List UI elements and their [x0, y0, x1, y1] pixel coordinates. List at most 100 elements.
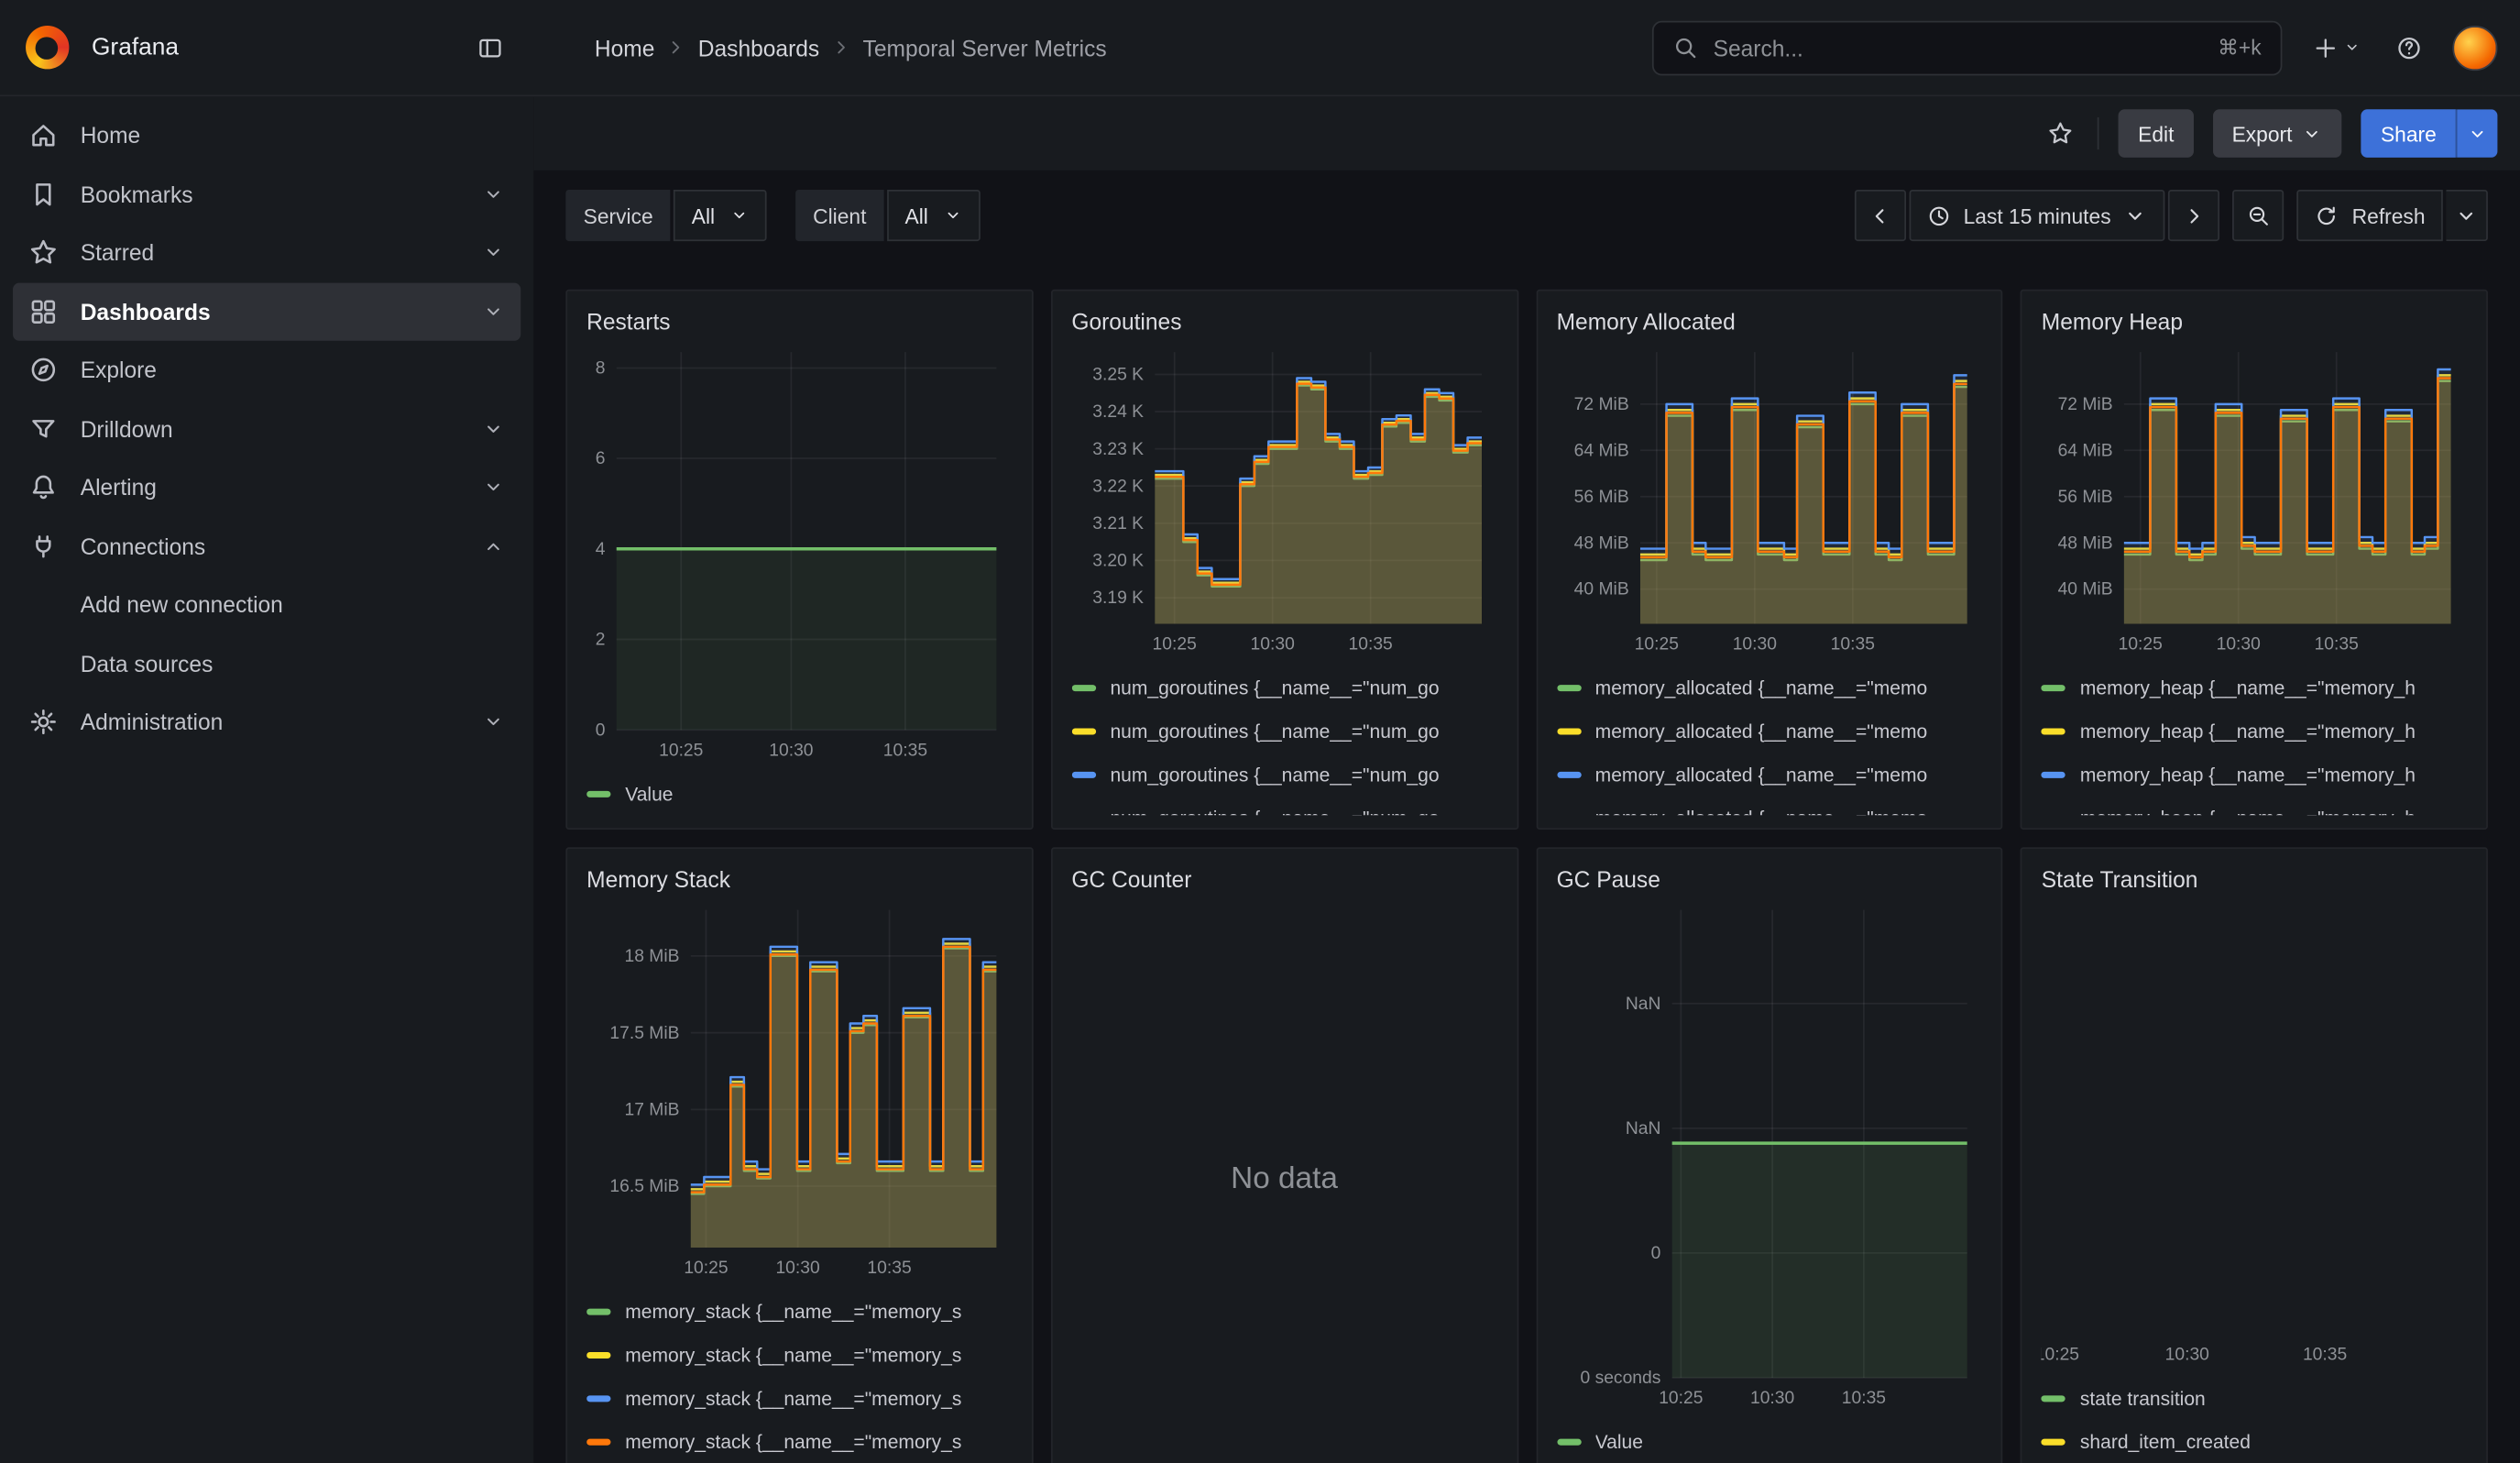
share-button[interactable]: Share — [2361, 109, 2456, 158]
chart-svg: 8642010:2510:3010:35 — [586, 343, 1013, 765]
legend-item[interactable]: num_goroutines {__name__="num_go — [1071, 709, 1496, 752]
panel-title[interactable]: Goroutines — [1071, 303, 1496, 339]
svg-text:10:35: 10:35 — [1830, 635, 1874, 654]
divider — [2098, 117, 2099, 149]
star-icon[interactable] — [2043, 116, 2079, 151]
svg-text:72 MiB: 72 MiB — [1573, 395, 1628, 414]
legend-item[interactable]: memory_allocated {__name__="memo — [1557, 709, 1982, 752]
legend-label: memory_stack {__name__="memory_s — [625, 1430, 961, 1453]
sidebar-item-connections[interactable]: Connections — [13, 517, 520, 576]
add-menu-button[interactable] — [2307, 29, 2365, 65]
refresh-interval-chevron[interactable] — [2446, 190, 2488, 241]
zoom-out-icon[interactable] — [2233, 190, 2284, 241]
legend-item[interactable]: memory_stack {__name__="memory_s — [586, 1290, 1012, 1333]
chevron-down-icon — [482, 301, 505, 324]
legend-label: memory_stack {__name__="memory_s — [625, 1387, 961, 1410]
svg-text:48 MiB: 48 MiB — [1573, 534, 1628, 553]
refresh-button[interactable]: Refresh — [2297, 190, 2443, 241]
legend-item[interactable]: memory_heap {__name__="memory_h — [2042, 753, 2467, 796]
panel-title[interactable]: State Transition — [2042, 862, 2467, 897]
panel-title[interactable]: Memory Stack — [586, 862, 1012, 897]
brand-title: Grafana — [92, 34, 179, 61]
legend-color — [2042, 814, 2065, 815]
sidebar-item-explore[interactable]: Explore — [13, 341, 520, 400]
svg-text:3.25 K: 3.25 K — [1092, 366, 1144, 385]
time-back-button[interactable] — [1854, 190, 1905, 241]
sidebar-item-starred[interactable]: Starred — [13, 224, 520, 282]
legend-label: memory_allocated {__name__="memo — [1595, 720, 1928, 742]
service-filter-value[interactable]: All — [674, 190, 766, 241]
chevron-down-icon — [2302, 123, 2323, 144]
svg-text:10:30: 10:30 — [2165, 1346, 2209, 1365]
chart-area[interactable]: 72 MiB64 MiB56 MiB48 MiB40 MiB10:2510:30… — [1557, 343, 1982, 660]
panel-title[interactable]: Memory Heap — [2042, 303, 2467, 339]
svg-text:10:30: 10:30 — [1250, 635, 1294, 654]
home-icon — [29, 121, 59, 150]
legend-item[interactable]: Value — [1557, 1420, 1982, 1463]
legend-item[interactable]: memory_stack {__name__="memory_s — [586, 1420, 1012, 1463]
legend-color — [2042, 1438, 2065, 1445]
legend-label: memory_allocated {__name__="memo — [1595, 676, 1928, 698]
legend-item[interactable]: memory_heap {__name__="memory_h — [2042, 666, 2467, 709]
panel-title[interactable]: GC Pause — [1557, 862, 1982, 897]
legend-item[interactable]: num_goroutines {__name__="num_go — [1071, 753, 1496, 796]
avatar[interactable] — [2452, 25, 2497, 70]
service-filter: Service All — [565, 190, 766, 241]
legend-label: num_goroutines {__name__="num_go — [1110, 807, 1439, 816]
legend-label: num_goroutines {__name__="num_go — [1110, 720, 1439, 742]
time-range-picker[interactable]: Last 15 minutes — [1909, 190, 2165, 241]
svg-text:72 MiB: 72 MiB — [2058, 395, 2113, 414]
edit-button[interactable]: Edit — [2119, 109, 2193, 158]
export-button[interactable]: Export — [2213, 109, 2342, 158]
sidebar-item-alerting[interactable]: Alerting — [13, 458, 520, 517]
svg-text:NaN: NaN — [1625, 1119, 1660, 1138]
grafana-logo-icon[interactable] — [26, 26, 69, 69]
sidebar-item-add-new-connection[interactable]: Add new connection — [13, 576, 520, 634]
legend-item[interactable]: memory_heap {__name__="memory_h — [2042, 796, 2467, 815]
legend-item[interactable]: state transition — [2042, 1376, 2467, 1419]
clock-icon — [1926, 204, 1950, 227]
help-icon[interactable] — [2392, 29, 2427, 65]
legend-item[interactable]: memory_heap {__name__="memory_h — [2042, 709, 2467, 752]
legend-item[interactable]: memory_stack {__name__="memory_s — [586, 1333, 1012, 1376]
sidebar-toggle-icon[interactable] — [473, 29, 509, 65]
bell-icon — [29, 473, 59, 502]
legend-item[interactable]: num_goroutines {__name__="num_go — [1071, 796, 1496, 815]
legend-item[interactable]: num_goroutines {__name__="num_go — [1071, 666, 1496, 709]
chart-area[interactable]: 10:2510:3010:35 — [2042, 900, 2467, 1370]
time-range-label: Last 15 minutes — [1964, 204, 2111, 227]
sidebar-item-data-sources[interactable]: Data sources — [13, 634, 520, 693]
chart-area[interactable]: NaNNaN00 seconds10:2510:3010:35 — [1557, 900, 1982, 1413]
legend-item[interactable]: shard_item_created — [2042, 1420, 2467, 1463]
gear-icon — [29, 708, 59, 737]
sidebar-item-administration[interactable]: Administration — [13, 693, 520, 752]
sidebar-item-home[interactable]: Home — [13, 106, 520, 165]
legend-item[interactable]: memory_allocated {__name__="memo — [1557, 796, 1982, 815]
legend-item[interactable]: memory_allocated {__name__="memo — [1557, 666, 1982, 709]
share-menu-chevron[interactable] — [2456, 109, 2498, 158]
breadcrumb-home[interactable]: Home — [595, 35, 655, 60]
time-forward-button[interactable] — [2169, 190, 2220, 241]
grafana-dashboard: Grafana Home Dashboards Temporal Server … — [0, 0, 2520, 1463]
chevron-down-icon — [2467, 123, 2488, 144]
sidebar-item-dashboards[interactable]: Dashboards — [13, 282, 520, 341]
legend-item[interactable]: memory_stack {__name__="memory_s — [586, 1376, 1012, 1419]
sidebar-item-bookmarks[interactable]: Bookmarks — [13, 165, 520, 224]
sidebar-item-drilldown[interactable]: Drilldown — [13, 400, 520, 458]
legend-item[interactable]: memory_allocated {__name__="memo — [1557, 753, 1982, 796]
legend-item[interactable]: Value — [586, 772, 1012, 815]
panel-title[interactable]: GC Counter — [1071, 862, 1496, 897]
chart-area[interactable]: 72 MiB64 MiB56 MiB48 MiB40 MiB10:2510:30… — [2042, 343, 2467, 660]
client-filter-value[interactable]: All — [887, 190, 980, 241]
search-input[interactable]: Search... ⌘+k — [1652, 20, 2283, 75]
breadcrumb-dashboards[interactable]: Dashboards — [698, 35, 819, 60]
panel-title[interactable]: Memory Allocated — [1557, 303, 1982, 339]
chart-area[interactable]: 18 MiB17.5 MiB17 MiB16.5 MiB10:2510:3010… — [586, 900, 1012, 1282]
svg-text:3.23 K: 3.23 K — [1092, 440, 1144, 459]
chart-area[interactable]: 8642010:2510:3010:35 — [586, 343, 1012, 765]
chart-area[interactable]: 3.25 K3.24 K3.23 K3.22 K3.21 K3.20 K3.19… — [1071, 343, 1496, 660]
panel-title[interactable]: Restarts — [586, 303, 1012, 339]
panel-state-transition: State Transition10:2510:3010:35 state tra… — [2021, 847, 2488, 1463]
chart-svg: 72 MiB64 MiB56 MiB48 MiB40 MiB10:2510:30… — [2042, 343, 2468, 660]
sidebar-item-label: Bookmarks — [81, 182, 193, 207]
